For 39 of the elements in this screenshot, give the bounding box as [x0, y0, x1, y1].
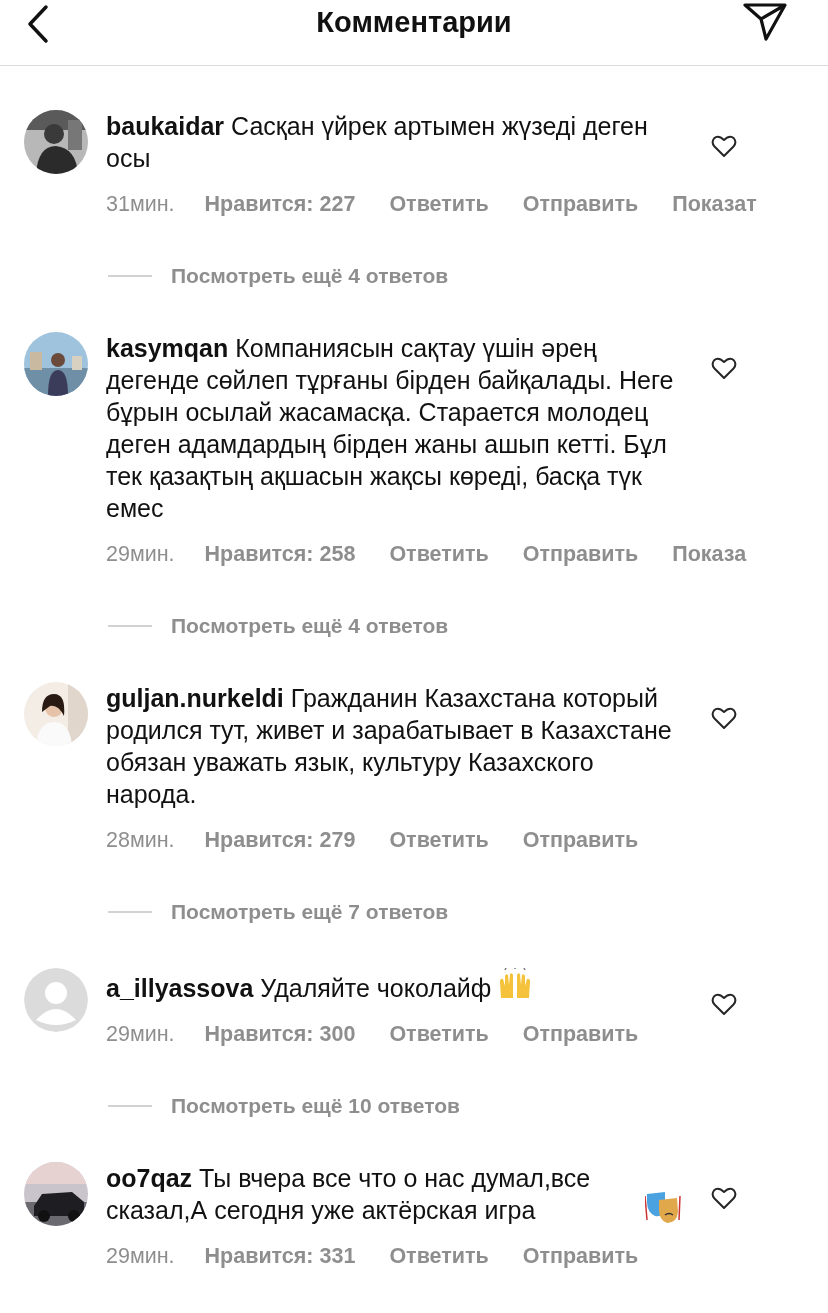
- view-replies-link[interactable]: Посмотреть ещё 4 ответов: [171, 610, 449, 642]
- comment-text: baukaidar Сасқан үйрек артымен жүзеді деген осы: [106, 111, 649, 174]
- reply-link[interactable]: Ответить: [389, 824, 489, 856]
- reply-link[interactable]: Ответить: [389, 1018, 489, 1050]
- more-link[interactable]: Показа: [672, 538, 747, 570]
- heart-icon[interactable]: [711, 1186, 737, 1210]
- comment-text: guljan.nurkeldi Гражданин Казахстана который родился тут, живет и зарабатывает в Казахстане обязан уважать язык, культуру Казахского народа.: [106, 683, 673, 810]
- reply-link[interactable]: Ответить: [389, 1240, 489, 1272]
- theater-masks-icon: [645, 1190, 681, 1224]
- view-replies-link[interactable]: Посмотреть ещё 7 ответов: [171, 896, 449, 928]
- heart-icon[interactable]: [711, 356, 737, 380]
- send-link[interactable]: Отправить: [522, 1240, 639, 1272]
- timestamp: 29мин.: [106, 541, 175, 568]
- send-link[interactable]: Отправить: [522, 1018, 639, 1050]
- likes-count[interactable]: Нравится: 258: [204, 538, 356, 570]
- heart-icon[interactable]: [711, 706, 737, 730]
- paper-plane-icon[interactable]: [742, 2, 788, 42]
- comment-text: a_illyassova Удаляйте чоколайф: [106, 973, 492, 1004]
- timestamp: 31мин.: [106, 191, 175, 218]
- send-link[interactable]: Отправить: [522, 538, 639, 570]
- comment-text: oo7qaz Ты вчера все что о нас думал,все сказал,А сегодня уже актёрская игра: [106, 1163, 592, 1226]
- heart-icon[interactable]: [711, 992, 737, 1016]
- likes-count[interactable]: Нравится: 279: [204, 824, 356, 856]
- timestamp: 29мин.: [106, 1243, 175, 1270]
- likes-count[interactable]: Нравится: 227: [204, 188, 356, 220]
- likes-count[interactable]: Нравится: 300: [204, 1018, 356, 1050]
- page-title: Комментарии: [316, 5, 512, 40]
- send-link[interactable]: Отправить: [522, 188, 639, 220]
- more-link[interactable]: Показат: [672, 188, 757, 220]
- likes-count[interactable]: Нравится: 331: [204, 1240, 356, 1272]
- comment-text: kasymqan Компаниясын сақтау үшін әрең дегенде сөйлеп тұрғаны бірден байқалады. Неге бұрын осылай жасамасқа. Старается молодец деген адамдардың бірден жаны ашып кетті. Бұл тек қазақтың ақшасын жақсы көреді, басқа түк емес: [106, 333, 675, 524]
- reply-link[interactable]: Ответить: [389, 538, 489, 570]
- timestamp: 28мин.: [106, 827, 175, 854]
- view-replies-link[interactable]: Посмотреть ещё 10 ответов: [171, 1090, 460, 1122]
- send-link[interactable]: Отправить: [522, 824, 639, 856]
- view-replies-link[interactable]: Посмотреть ещё 4 ответов: [171, 260, 449, 292]
- heart-icon[interactable]: [711, 134, 737, 158]
- reply-link[interactable]: Ответить: [389, 188, 489, 220]
- timestamp: 29мин.: [106, 1021, 175, 1048]
